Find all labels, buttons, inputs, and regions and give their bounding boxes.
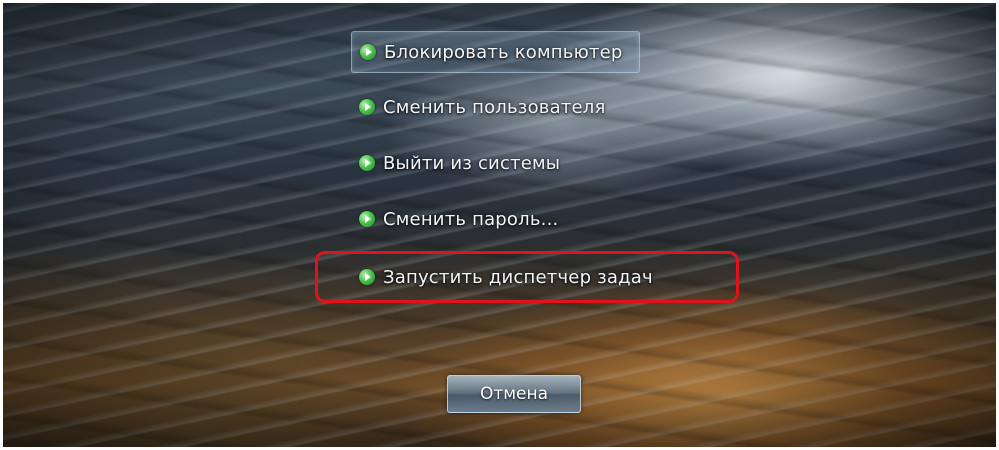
lock-computer-option[interactable]: Блокировать компьютер	[351, 31, 640, 73]
start-task-manager-option[interactable]: Запустить диспетчер задач	[351, 257, 653, 297]
change-password-option[interactable]: Сменить пароль...	[351, 199, 558, 239]
log-off-option[interactable]: Выйти из системы	[351, 143, 560, 183]
ctrl-alt-del-screen: Блокировать компьютер Сменить пользовате…	[3, 3, 996, 447]
green-arrow-icon	[360, 44, 376, 60]
option-label: Сменить пользователя	[383, 96, 606, 118]
option-label: Блокировать компьютер	[384, 41, 623, 63]
green-arrow-icon	[359, 269, 375, 285]
option-label: Запустить диспетчер задач	[383, 266, 653, 288]
green-arrow-icon	[359, 211, 375, 227]
cancel-button[interactable]: Отмена	[447, 375, 581, 413]
option-label: Сменить пароль...	[383, 208, 559, 230]
green-arrow-icon	[359, 99, 375, 115]
switch-user-option[interactable]: Сменить пользователя	[351, 87, 606, 127]
green-arrow-icon	[359, 155, 375, 171]
option-label: Выйти из системы	[383, 152, 561, 174]
